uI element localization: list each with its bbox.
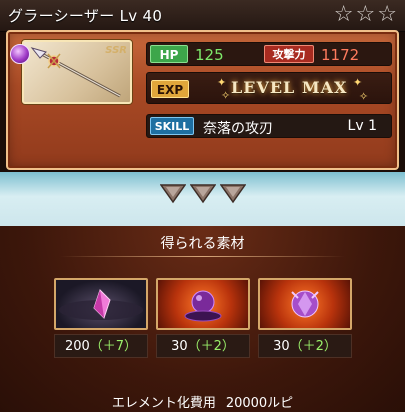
weapon-header: グラーシーザー Lv 40 ☆ ☆ ☆ <box>0 0 405 32</box>
pink-crystal-icon <box>54 278 148 330</box>
dark-element-icon <box>10 44 30 64</box>
sparkle-icon: ✦ <box>217 76 227 89</box>
weapon-image[interactable]: SSR <box>22 40 132 104</box>
uncap-diamond-icon <box>189 182 216 204</box>
material-bonus-count: （＋2） <box>289 339 337 354</box>
uncap-diamond-icon <box>219 182 246 204</box>
skill-level: Lv 1 <box>347 118 377 134</box>
star-outline-icon: ☆ <box>377 2 397 27</box>
sparkle-icon: ✧ <box>359 90 369 103</box>
material-quantity: 30（＋2） <box>156 334 250 358</box>
star-outline-icon: ☆ <box>355 2 376 27</box>
material-quantity: 200（＋7） <box>54 334 148 358</box>
dark-orb-icon <box>156 278 250 330</box>
heading-underline <box>60 256 345 257</box>
attack-tag: 攻撃力 <box>264 45 314 63</box>
exp-row: EXP ✦ ✦ ✧ ✧ LEVEL MAX <box>146 72 392 104</box>
material-item[interactable]: 30（＋2） <box>156 278 250 358</box>
hp-attack-row: HP 125 攻撃力 1172 <box>146 42 392 66</box>
uncap-diamond-icon <box>159 182 186 204</box>
star-rating: ☆ ☆ ☆ <box>334 3 397 27</box>
cost-value: 20000ルピ <box>225 396 294 411</box>
material-item[interactable]: 200（＋7） <box>54 278 148 358</box>
material-item[interactable]: 30（＋2） <box>258 278 352 358</box>
level-max-label: LEVEL MAX <box>231 78 348 97</box>
material-base-count: 30 <box>273 339 290 354</box>
attack-value: 1172 <box>321 46 360 64</box>
material-quantity: 30（＋2） <box>258 334 352 358</box>
star-outline-icon: ☆ <box>333 2 354 27</box>
hp-value: 125 <box>195 46 224 64</box>
materials-heading: 得られる素材 <box>160 236 245 252</box>
material-bonus-count: （＋2） <box>187 339 235 354</box>
material-bonus-count: （＋7） <box>89 339 138 354</box>
dark-quartz-icon <box>258 278 352 330</box>
material-base-count: 30 <box>171 339 188 354</box>
weapon-title: グラーシーザー Lv 40 <box>8 7 163 25</box>
cost-label: エレメント化費用 <box>111 396 216 411</box>
sparkle-icon: ✦ <box>353 76 363 89</box>
material-base-count: 200 <box>64 339 90 354</box>
spear-weapon-icon <box>30 47 121 98</box>
exp-tag: EXP <box>151 80 189 98</box>
sparkle-icon: ✧ <box>221 89 231 102</box>
skill-row[interactable]: SKILL 奈落の攻刃 Lv 1 <box>146 114 392 138</box>
element-cost: エレメント化費用 20000ルピ <box>0 392 405 411</box>
hp-tag: HP <box>150 45 188 63</box>
skill-tag: SKILL <box>150 117 194 135</box>
skill-name: 奈落の攻刃 <box>203 121 273 137</box>
uncap-indicators <box>0 182 405 204</box>
